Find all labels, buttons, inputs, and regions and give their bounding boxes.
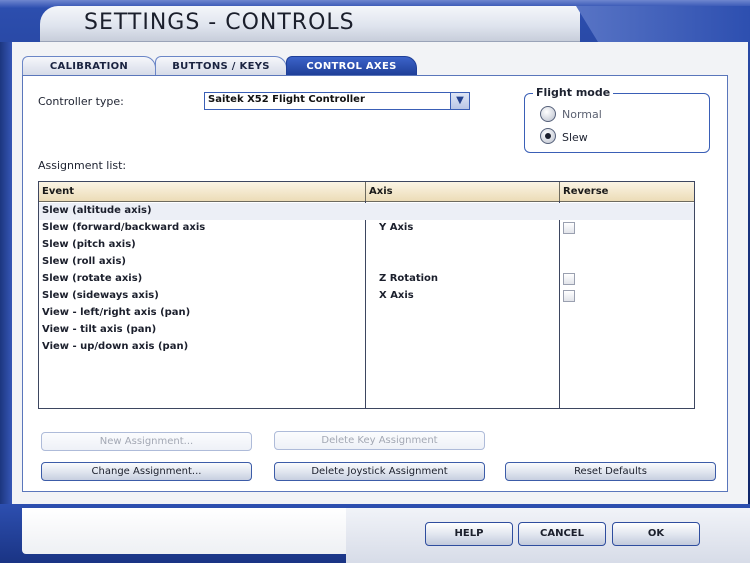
- table-header: Event Axis Reverse: [39, 182, 694, 202]
- delete-key-assignment-button[interactable]: Delete Key Assignment: [274, 431, 485, 450]
- column-header-axis[interactable]: Axis: [366, 182, 560, 201]
- delete-joystick-assignment-button[interactable]: Delete Joystick Assignment: [274, 462, 485, 481]
- window-title: SETTINGS - CONTROLS: [84, 10, 355, 35]
- table-row[interactable]: Slew (rotate axis) Z Rotation: [39, 271, 694, 288]
- table-row[interactable]: View - tilt axis (pan): [39, 322, 694, 339]
- change-assignment-button[interactable]: Change Assignment...: [41, 462, 252, 481]
- assignment-table[interactable]: Event Axis Reverse Slew (altitude axis) …: [38, 181, 695, 409]
- ok-button[interactable]: OK: [612, 522, 700, 546]
- radio-normal-label[interactable]: Normal: [562, 108, 602, 121]
- event-cell: Slew (rotate axis): [42, 273, 143, 284]
- table-row[interactable]: Slew (forward/backward axis Y Axis: [39, 220, 694, 237]
- event-cell: Slew (pitch axis): [42, 239, 136, 250]
- assignment-list-label: Assignment list:: [38, 159, 127, 172]
- title-bar: SETTINGS - CONTROLS: [40, 6, 580, 42]
- event-cell: View - left/right axis (pan): [42, 307, 191, 318]
- event-cell: Slew (sideways axis): [42, 290, 159, 301]
- event-cell: Slew (altitude axis): [42, 205, 152, 216]
- cancel-button[interactable]: CANCEL: [518, 522, 606, 546]
- column-header-reverse[interactable]: Reverse: [560, 182, 694, 201]
- table-row[interactable]: View - up/down axis (pan): [39, 339, 694, 356]
- radio-normal[interactable]: [540, 106, 556, 122]
- table-row[interactable]: View - left/right axis (pan): [39, 305, 694, 322]
- controller-type-select[interactable]: Saitek X52 Flight Controller ▼: [204, 92, 470, 110]
- axis-cell: Z Rotation: [379, 273, 439, 284]
- reverse-checkbox[interactable]: [563, 273, 575, 285]
- column-header-event[interactable]: Event: [39, 182, 366, 201]
- help-button[interactable]: HELP: [425, 522, 513, 546]
- title-bar-tail: [576, 6, 750, 42]
- axis-cell: X Axis: [379, 290, 414, 301]
- reverse-checkbox[interactable]: [563, 290, 575, 302]
- tab-buttons-keys[interactable]: BUTTONS / KEYS: [155, 56, 287, 75]
- chevron-down-icon[interactable]: ▼: [450, 93, 469, 109]
- tab-calibration[interactable]: CALIBRATION: [22, 56, 156, 75]
- table-row[interactable]: Slew (pitch axis): [39, 237, 694, 254]
- event-cell: Slew (roll axis): [42, 256, 126, 267]
- flight-mode-group: [524, 93, 710, 153]
- event-cell: View - up/down axis (pan): [42, 341, 189, 352]
- table-row[interactable]: Slew (altitude axis): [39, 203, 694, 220]
- tab-control-axes[interactable]: CONTROL AXES: [286, 56, 417, 75]
- status-area: [22, 508, 346, 554]
- radio-slew[interactable]: [540, 128, 556, 144]
- reverse-checkbox[interactable]: [563, 222, 575, 234]
- event-cell: Slew (forward/backward axis: [42, 222, 206, 233]
- radio-slew-label[interactable]: Slew: [562, 131, 588, 144]
- controller-type-value: Saitek X52 Flight Controller: [208, 94, 365, 105]
- event-cell: View - tilt axis (pan): [42, 324, 157, 335]
- axis-cell: Y Axis: [379, 222, 414, 233]
- reset-defaults-button[interactable]: Reset Defaults: [505, 462, 716, 481]
- new-assignment-button[interactable]: New Assignment...: [41, 432, 252, 451]
- flight-mode-title: Flight mode: [533, 86, 614, 99]
- table-row[interactable]: Slew (sideways axis) X Axis: [39, 288, 694, 305]
- table-row[interactable]: Slew (roll axis): [39, 254, 694, 271]
- frame-left-edge: [0, 42, 12, 512]
- controller-type-label: Controller type:: [38, 95, 124, 108]
